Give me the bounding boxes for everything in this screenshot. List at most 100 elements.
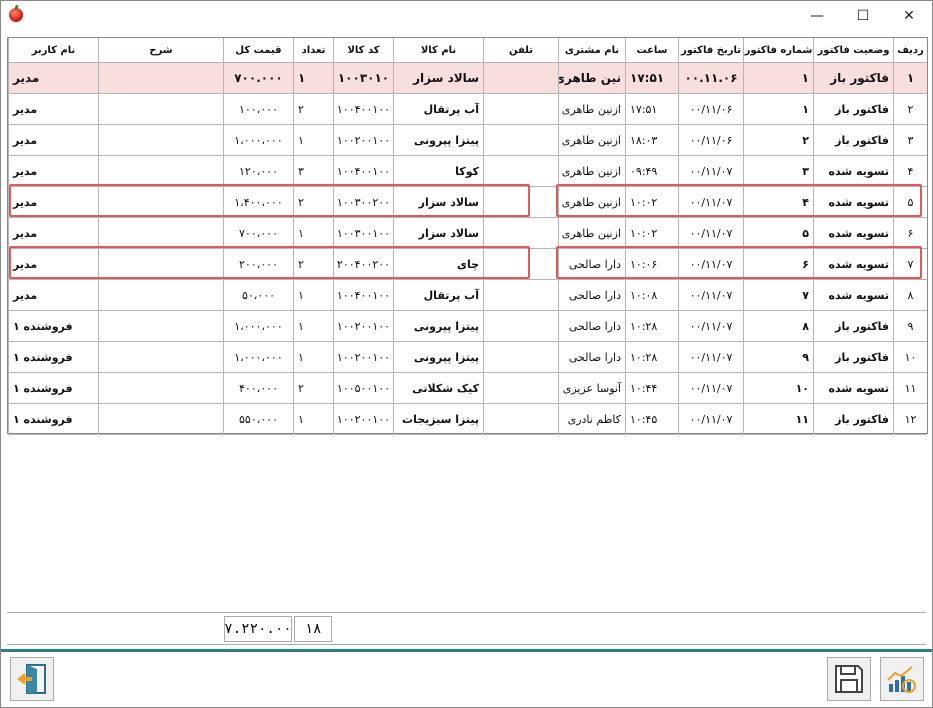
cell-user: مدیر (8, 280, 98, 310)
cell-total: ۷۰۰.۰۰۰ (223, 63, 293, 93)
cell-row-no: ۱۱ (893, 373, 927, 403)
header-product[interactable]: نام کالا (393, 38, 483, 62)
cell-code: ۲۰۰۴۰۰۲۰۰ (333, 249, 393, 279)
header-time[interactable]: ساعت (625, 38, 678, 62)
cell-code: ۱۰۰۲۰۰۱۰۰ (333, 342, 393, 372)
cell-phone (483, 125, 558, 155)
header-code[interactable]: کد کالا (333, 38, 393, 62)
cell-status: تسویه شده (813, 187, 893, 217)
cell-desc (98, 94, 223, 124)
cell-time: ۱۸:۰۳ (625, 125, 678, 155)
header-user[interactable]: نام کاربر (8, 38, 98, 62)
header-qty[interactable]: تعداد (293, 38, 333, 62)
cell-invoice-no: ۷ (743, 280, 813, 310)
cell-code: ۱۰۰۲۰۰۱۰۰ (333, 311, 393, 341)
report-button[interactable] (880, 657, 924, 701)
header-total[interactable]: قیمت کل (223, 38, 293, 62)
cell-row-no: ۱۰ (893, 342, 927, 372)
table-row[interactable]: ۷ تسویه شده ۶ ۰۰/۱۱/۰۷ ۱۰:۰۶ دارا صالحی چای ۲۰۰… (8, 249, 927, 280)
cell-total: ۴۰۰،۰۰۰ (223, 373, 293, 403)
cell-status: فاکتور باز (813, 63, 893, 93)
cell-time: ۱۰:۰۲ (625, 187, 678, 217)
header-customer[interactable]: نام مشتری (558, 38, 625, 62)
cell-desc (98, 280, 223, 310)
cell-code: ۱۰۰۲۰۰۱۰۰ (333, 404, 393, 434)
table-row[interactable]: ۱۲ فاکتور باز ۱۱ ۰۰/۱۱/۰۷ ۱۰:۴۵ کاظم نادری پیت… (8, 404, 927, 435)
save-icon (835, 665, 863, 693)
cell-total: ۲۰۰،۰۰۰ (223, 249, 293, 279)
table-row[interactable]: ۱۱ تسویه شده ۱۰ ۰۰/۱۱/۰۷ ۱۰:۴۴ آنوسا عزیزی کیک… (8, 373, 927, 404)
cell-desc (98, 342, 223, 372)
header-phone[interactable]: تلفن (483, 38, 558, 62)
cell-customer: ازنین طاهری (558, 125, 625, 155)
cell-user: مدیر (8, 125, 98, 155)
exit-button[interactable] (10, 657, 54, 701)
cell-product: کوکا (393, 156, 483, 186)
cell-invoice-no: ۱ (743, 94, 813, 124)
summary-bar: ۷.۲۲۰.۰۰ ۱۸ (7, 612, 926, 645)
table-row[interactable]: ۳ فاکتور باز ۲ ۰۰/۱۱/۰۶ ۱۸:۰۳ ازنین طاهری پیتز… (8, 125, 927, 156)
cell-customer: ازنین طاهری (558, 94, 625, 124)
cell-row-no: ۱۲ (893, 404, 927, 434)
cell-user: مدیر (8, 187, 98, 217)
header-invoice-no[interactable]: شماره فاکتور (743, 38, 813, 62)
sum-total-qty: ۱۸ (294, 616, 332, 642)
cell-status: فاکتور باز (813, 125, 893, 155)
cell-date: ۰۰/۱۱/۰۷ (678, 404, 743, 434)
table-row[interactable]: ۵ تسویه شده ۴ ۰۰/۱۱/۰۷ ۱۰:۰۲ ازنین طاهری سالاد… (8, 187, 927, 218)
cell-time: ۱۰:۴۵ (625, 404, 678, 434)
cell-row-no: ۱ (893, 63, 927, 93)
cell-qty: ۲ (293, 94, 333, 124)
cell-invoice-no: ۱۱ (743, 404, 813, 434)
cell-qty: ۲ (293, 187, 333, 217)
toolbar-separator (1, 649, 932, 652)
table-row[interactable]: ۱ فاکتور باز ۱ ۰۰.۱۱.۰۶ ۱۷:۵۱ نین طاهری سالاد … (8, 63, 927, 94)
table-row[interactable]: ۱۰ فاکتور باز ۹ ۰۰/۱۱/۰۷ ۱۰:۲۸ دارا صالحی پیتز… (8, 342, 927, 373)
cell-invoice-no: ۱۰ (743, 373, 813, 403)
cell-code: ۱۰۰۴۰۰۱۰۰ (333, 94, 393, 124)
cell-customer: ازنین طاهری (558, 187, 625, 217)
maximize-button[interactable]: ☐ (840, 1, 886, 31)
cell-code: ۱۰۰۳۰۰۱۰۰ (333, 218, 393, 248)
table-row[interactable]: ۹ فاکتور باز ۸ ۰۰/۱۱/۰۷ ۱۰:۲۸ دارا صالحی پیتزا… (8, 311, 927, 342)
cell-user: فروشنده ۱ (8, 311, 98, 341)
table-row[interactable]: ۲ فاکتور باز ۱ ۰۰/۱۱/۰۶ ۱۷:۵۱ ازنین طاهری آب پ… (8, 94, 927, 125)
cell-phone (483, 280, 558, 310)
header-date[interactable]: تاریخ فاکتور (678, 38, 743, 62)
cell-user: فروشنده ۱ (8, 404, 98, 434)
cell-time: ۱۰:۲۸ (625, 342, 678, 372)
header-status[interactable]: وضعیت فاکتور (813, 38, 893, 62)
save-button[interactable] (827, 657, 871, 701)
cell-code: ۱۰۰۳۰۱۰ (333, 63, 393, 93)
header-desc[interactable]: شرح (98, 38, 223, 62)
table-header: ردیف وضعیت فاکتور شماره فاکتور تاریخ فاکتور… (8, 38, 927, 63)
table-row[interactable]: ۴ تسویه شده ۳ ۰۰/۱۱/۰۷ ۰۹:۴۹ ازنین طاهری کوکا ۱… (8, 156, 927, 187)
header-row-no[interactable]: ردیف (893, 38, 927, 62)
cell-phone (483, 94, 558, 124)
cell-date: ۰۰/۱۱/۰۷ (678, 218, 743, 248)
cell-total: ۱۰۰،۰۰۰ (223, 94, 293, 124)
cell-phone (483, 342, 558, 372)
close-button[interactable]: ✕ (886, 1, 932, 31)
cell-code: ۱۰۰۴۰۰۱۰۰ (333, 156, 393, 186)
cell-desc (98, 187, 223, 217)
cell-customer: دارا صالحی (558, 280, 625, 310)
cell-total: ۱،۰۰۰،۰۰۰ (223, 342, 293, 372)
table-row[interactable]: ۸ تسویه شده ۷ ۰۰/۱۱/۰۷ ۱۰:۰۸ دارا صالحی آب پرت… (8, 280, 927, 311)
chart-icon (887, 666, 916, 693)
cell-desc (98, 63, 223, 93)
cell-product: آب پرتقال (393, 94, 483, 124)
cell-qty: ۲ (293, 373, 333, 403)
cell-date: ۰۰/۱۱/۰۶ (678, 125, 743, 155)
cell-status: تسویه شده (813, 249, 893, 279)
cell-total: ۵۵۰،۰۰۰ (223, 404, 293, 434)
cell-time: ۱۰:۲۸ (625, 311, 678, 341)
cell-row-no: ۹ (893, 311, 927, 341)
cell-product: پیتزا پپرونی (393, 125, 483, 155)
invoice-grid: ردیف وضعیت فاکتور شماره فاکتور تاریخ فاکتور… (7, 37, 928, 435)
cell-status: تسویه شده (813, 218, 893, 248)
table-row[interactable]: ۶ تسویه شده ۵ ۰۰/۱۱/۰۷ ۱۰:۰۲ ازنین طاهری سالاد… (8, 218, 927, 249)
minimize-button[interactable]: — (794, 1, 840, 31)
cell-status: فاکتور باز (813, 342, 893, 372)
cell-user: مدیر (8, 156, 98, 186)
